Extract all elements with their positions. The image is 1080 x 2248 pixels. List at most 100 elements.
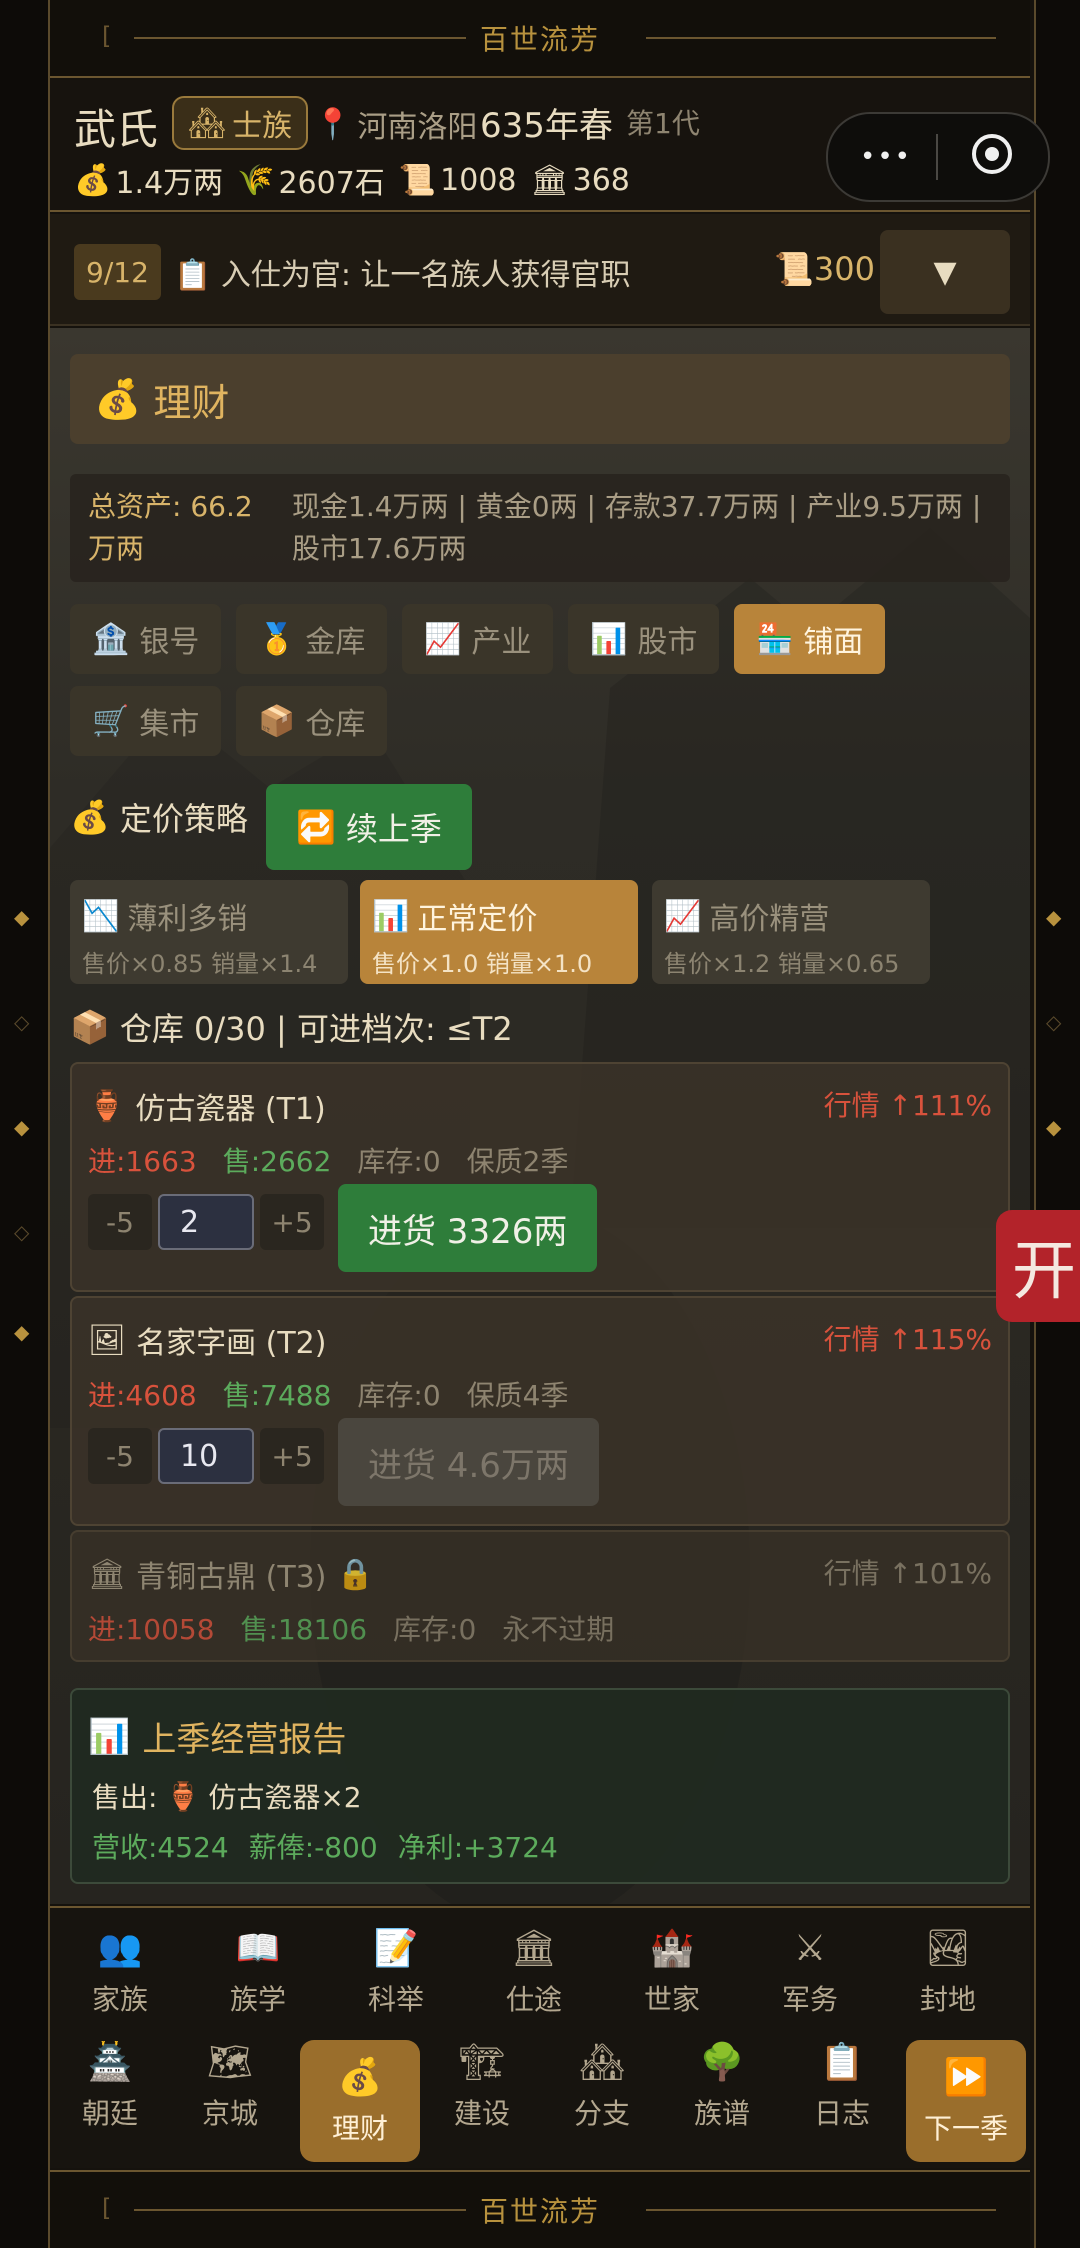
warehouse-title: 📦 仓库 0/30 | 可进档次: ≤T2 bbox=[70, 1008, 513, 1048]
ornament-icon: ◆ bbox=[1046, 905, 1062, 929]
resource-row: 💰 1.4万两 🌾 2607石 📜 1008 🏛 368 bbox=[74, 158, 630, 202]
rank-badge[interactable]: 🏘 士族 bbox=[172, 96, 309, 150]
crane-icon: 🏗 bbox=[459, 2042, 505, 2083]
nav-military[interactable]: ⚔ 军务 bbox=[750, 1926, 870, 2018]
bottom-nav: 👥 家族 📖 族学 📝 科举 🏛 仕途 🏰 世家 ⚔ 军务 🏞 封地 🏯 朝廷 🗺 京城 💰 理财 … bbox=[50, 1906, 1030, 2168]
next-season-button[interactable]: ⏩ 下一季 bbox=[906, 2040, 1026, 2162]
side-open-tab[interactable]: 开 bbox=[996, 1210, 1080, 1322]
ornament-icon: ◆ bbox=[14, 905, 30, 929]
tab-market[interactable]: 🛒 集市 bbox=[70, 686, 222, 756]
more-menu-button[interactable]: ••• bbox=[860, 142, 912, 172]
tree-icon: 🌳 bbox=[699, 2042, 745, 2083]
house-icon: 🏘 bbox=[188, 105, 227, 141]
item-name: 🖼 名家字画 (T2) bbox=[88, 1322, 327, 1362]
asset-breakdown: 现金1.4万两 | 黄金0两 | 存款37.7万两 | 产业9.5万两 | 股市… bbox=[292, 490, 982, 565]
strategy-high-price[interactable]: 📈 高价精营 售价×1.2 销量×0.65 bbox=[652, 880, 930, 984]
medal-icon: 🥇 bbox=[258, 621, 296, 657]
box-icon: 📦 bbox=[70, 1008, 110, 1046]
ornament-icon: ◆ bbox=[14, 1115, 30, 1139]
scroll-icon: 📜 bbox=[774, 250, 814, 288]
repeat-icon: 🔁 bbox=[296, 808, 336, 846]
nav-nobles[interactable]: 🏰 世家 bbox=[612, 1926, 732, 2018]
money-bag-icon: 💰 bbox=[94, 376, 142, 421]
quantity-stepper: -5 2 +5 bbox=[88, 1194, 324, 1250]
nav-capital[interactable]: 🗺 京城 bbox=[170, 2040, 290, 2132]
item-stats: 进:10058 售:18106 库存:0 永不过期 bbox=[88, 1613, 615, 1646]
map-icon: 🗺 bbox=[207, 2042, 253, 2083]
total-assets: 总资产: 66.2万两 bbox=[88, 490, 253, 565]
nav-exam[interactable]: 📝 科举 bbox=[336, 1926, 456, 2018]
nav-fief[interactable]: 🏞 封地 bbox=[888, 1926, 1008, 2018]
quest-bar[interactable]: 9/12 📋 入仕为官: 让一名族人获得官职 📜300 ▼ bbox=[50, 214, 1030, 326]
bank-icon: 🏛 bbox=[88, 1556, 127, 1592]
close-miniprogram-button[interactable] bbox=[972, 134, 1012, 174]
nav-log[interactable]: 📋 日志 bbox=[782, 2040, 902, 2132]
page-title: 💰 理财 bbox=[70, 354, 1010, 444]
increase-button[interactable]: +5 bbox=[260, 1428, 324, 1484]
ornament-icon: ◇ bbox=[1046, 1010, 1062, 1034]
renew-last-season-button[interactable]: 🔁 续上季 bbox=[266, 784, 472, 870]
nav-court[interactable]: 🏯 朝廷 bbox=[50, 2040, 170, 2132]
location: 📍 河南洛阳 bbox=[314, 106, 478, 146]
pricing-title: 💰 定价策略 bbox=[70, 798, 248, 838]
houses-icon: 🏘 bbox=[579, 2042, 625, 2083]
painting-icon: 🖼 bbox=[88, 1322, 127, 1358]
ornament-icon: ◆ bbox=[14, 1320, 30, 1344]
quantity-input[interactable]: 2 bbox=[158, 1194, 254, 1250]
report-title: 📊 上季经营报告 bbox=[88, 1716, 347, 1761]
memo-icon: 📝 bbox=[373, 1928, 419, 1969]
market-trend: 行情 ↑115% bbox=[823, 1323, 992, 1356]
palace-icon: 🏯 bbox=[87, 2042, 133, 2083]
miniprogram-capsule: ••• bbox=[826, 112, 1050, 202]
money-bag-icon: 💰 bbox=[74, 162, 112, 198]
scroll-icon: 📜 bbox=[398, 162, 437, 198]
decrease-button[interactable]: -5 bbox=[88, 1428, 152, 1484]
report-sold: 售出: 🏺 仿古瓷器×2 bbox=[92, 1779, 362, 1815]
clan-name: 武氏 bbox=[74, 105, 159, 154]
tab-industry[interactable]: 📈 产业 bbox=[402, 604, 554, 674]
bank-icon: 🏦 bbox=[92, 621, 130, 657]
quantity-input[interactable]: 10 bbox=[158, 1428, 254, 1484]
bracket-icon: [ bbox=[102, 22, 112, 50]
landscape-icon: 🏞 bbox=[925, 1928, 971, 1969]
purchase-button[interactable]: 进货 3326两 bbox=[338, 1184, 598, 1272]
nav-genealogy[interactable]: 🌳 族谱 bbox=[662, 2040, 782, 2132]
item-name: 🏛 青铜古鼎 (T3) 🔒 bbox=[88, 1556, 374, 1596]
nav-family[interactable]: 👥 家族 bbox=[60, 1926, 180, 2018]
tab-bank[interactable]: 🏦 银号 bbox=[70, 604, 222, 674]
castle-icon: 🏰 bbox=[649, 1928, 695, 1969]
increase-button[interactable]: +5 bbox=[260, 1194, 324, 1250]
tab-stocks[interactable]: 📊 股市 bbox=[568, 604, 720, 674]
asset-summary: 总资产: 66.2万两 现金1.4万两 | 黄金0两 | 存款37.7万两 | … bbox=[70, 474, 1010, 582]
book-icon: 📖 bbox=[235, 1928, 281, 1969]
strategy-normal-price[interactable]: 📊 正常定价 售价×1.0 销量×1.0 bbox=[360, 880, 638, 984]
nav-branches[interactable]: 🏘 分支 bbox=[542, 2040, 662, 2132]
fast-forward-icon: ⏩ bbox=[943, 2057, 989, 2098]
bar-chart-icon: 📊 bbox=[372, 898, 410, 934]
tab-vault[interactable]: 🥇 金库 bbox=[236, 604, 388, 674]
store-icon: 🏪 bbox=[756, 621, 794, 657]
rank-label: 士族 bbox=[232, 109, 293, 144]
strategy-low-price[interactable]: 📉 薄利多销 售价×0.85 销量×1.4 bbox=[70, 880, 348, 984]
quest-toggle-button[interactable]: ▼ bbox=[880, 230, 1010, 314]
decrease-button[interactable]: -5 bbox=[88, 1194, 152, 1250]
tab-shop[interactable]: 🏪 铺面 bbox=[734, 604, 886, 674]
bottom-banner: [ 百世流芳 bbox=[50, 2170, 1030, 2248]
bank-icon: 🏛 bbox=[530, 162, 569, 198]
tab-warehouse[interactable]: 📦 仓库 bbox=[236, 686, 388, 756]
nav-finance[interactable]: 💰 理财 bbox=[300, 2040, 420, 2162]
item-name: 🏺 仿古瓷器 (T1) bbox=[88, 1088, 326, 1128]
nav-clan-school[interactable]: 📖 族学 bbox=[198, 1926, 318, 2018]
market-trend: 行情 ↑111% bbox=[823, 1089, 992, 1122]
quest-reward: 📜300 bbox=[774, 250, 875, 288]
bar-chart-icon: 📊 bbox=[590, 621, 628, 657]
nav-career[interactable]: 🏛 仕途 bbox=[474, 1926, 594, 2018]
purchase-button[interactable]: 进货 4.6万两 bbox=[338, 1418, 599, 1506]
item-stats: 进:1663 售:2662 库存:0 保质2季 bbox=[88, 1145, 569, 1178]
quantity-stepper: -5 10 +5 bbox=[88, 1428, 324, 1484]
nav-construction[interactable]: 🏗 建设 bbox=[422, 2040, 542, 2132]
bank-icon: 🏛 bbox=[511, 1928, 557, 1969]
grain-icon: 🌾 bbox=[237, 162, 275, 198]
report-numbers: 营收:4524 薪俸:-800 净利:+3724 bbox=[92, 1831, 558, 1864]
chart-down-icon: 📉 bbox=[82, 898, 120, 934]
